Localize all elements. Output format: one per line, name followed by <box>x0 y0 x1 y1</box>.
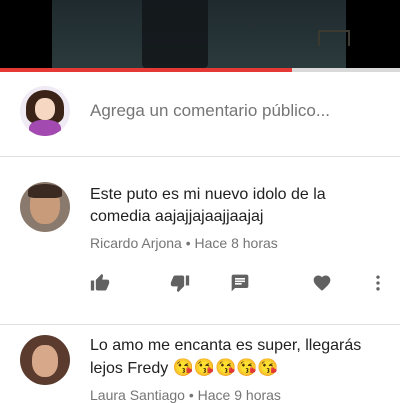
comment-text: Lo amo me encanta es super, llegarás lej… <box>90 335 380 380</box>
comment-author[interactable]: Ricardo Arjona <box>90 235 182 251</box>
video-player[interactable] <box>0 0 400 68</box>
kiss-emoji: 😘 <box>236 358 258 377</box>
meta-separator: • <box>188 387 194 403</box>
kiss-emoji: 😘 <box>193 358 216 377</box>
kiss-emoji: 😘 <box>172 358 194 377</box>
comment-actions <box>0 271 400 295</box>
comment-item: Este puto es mi nuevo idolo de la comedi… <box>0 158 400 325</box>
comment-composer[interactable]: Agrega un comentario público... <box>0 72 400 157</box>
video-performer <box>142 0 208 68</box>
user-avatar <box>20 86 70 136</box>
heart-button[interactable] <box>310 271 334 295</box>
thumb-up-icon <box>90 273 110 291</box>
comment-author[interactable]: Laura Santiago <box>90 387 185 403</box>
video-stage-prop <box>318 30 350 46</box>
meta-separator: • <box>185 235 191 251</box>
like-button[interactable] <box>88 271 112 295</box>
comment-timestamp: Hace 9 horas <box>197 387 281 403</box>
commenter-avatar[interactable] <box>20 335 70 385</box>
reply-icon <box>231 274 249 292</box>
comment-item: Lo amo me encanta es super, llegarás lej… <box>0 325 400 403</box>
dislike-button[interactable] <box>168 271 192 295</box>
thumb-down-icon <box>170 275 190 293</box>
comment-text: Este puto es mi nuevo idolo de la comedi… <box>90 186 326 225</box>
comment-input-placeholder[interactable]: Agrega un comentario público... <box>90 101 330 121</box>
kiss-emoji: 😘 <box>215 358 237 377</box>
heart-icon <box>313 275 331 291</box>
comment-timestamp: Hace 8 horas <box>194 235 278 251</box>
reply-button[interactable] <box>228 271 252 295</box>
more-vert-icon <box>376 275 380 291</box>
comment-meta: Ricardo Arjona • Hace 8 horas <box>90 235 278 251</box>
commenter-avatar[interactable] <box>20 182 70 232</box>
comment-meta: Laura Santiago • Hace 9 horas <box>90 387 281 403</box>
kiss-emoji: 😘 <box>257 358 279 377</box>
more-options-button[interactable] <box>366 271 390 295</box>
